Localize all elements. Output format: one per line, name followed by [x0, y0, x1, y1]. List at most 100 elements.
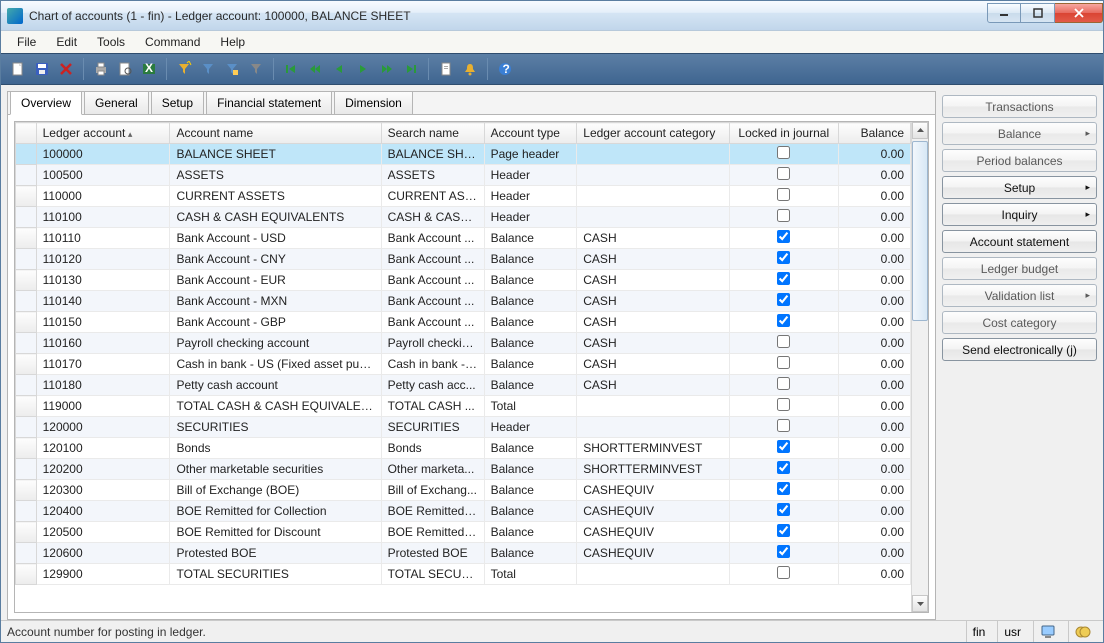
corner-header[interactable] [16, 123, 37, 144]
cell-ledger[interactable]: 110160 [36, 333, 170, 354]
cell-locked[interactable] [729, 354, 838, 375]
cell-type[interactable]: Balance [484, 270, 577, 291]
table-row[interactable]: 120500BOE Remitted for DiscountBOE Remit… [16, 522, 911, 543]
cell-balance[interactable]: 0.00 [838, 522, 910, 543]
cell-ledger[interactable]: 110140 [36, 291, 170, 312]
cell-name[interactable]: Bank Account - EUR [170, 270, 381, 291]
cell-ledger[interactable]: 120200 [36, 459, 170, 480]
cell-locked[interactable] [729, 375, 838, 396]
tab-setup[interactable]: Setup [151, 91, 204, 114]
cell-type[interactable]: Balance [484, 375, 577, 396]
row-header[interactable] [16, 228, 37, 249]
cell-balance[interactable]: 0.00 [838, 417, 910, 438]
cell-balance[interactable]: 0.00 [838, 312, 910, 333]
row-header[interactable] [16, 396, 37, 417]
scroll-track[interactable] [912, 139, 928, 595]
row-header[interactable] [16, 459, 37, 480]
cell-type[interactable]: Balance [484, 249, 577, 270]
cell-name[interactable]: ASSETS [170, 165, 381, 186]
cell-name[interactable]: Payroll checking account [170, 333, 381, 354]
cell-search[interactable]: SECURITIES [381, 417, 484, 438]
col-locked[interactable]: Locked in journal [729, 123, 838, 144]
cell-category[interactable] [577, 144, 729, 165]
filter-by-selection-icon[interactable] [173, 58, 195, 80]
cell-locked[interactable] [729, 522, 838, 543]
cell-locked[interactable] [729, 144, 838, 165]
cell-balance[interactable]: 0.00 [838, 543, 910, 564]
row-header[interactable] [16, 438, 37, 459]
btn-setup[interactable]: Setup▸ [942, 176, 1097, 199]
table-row[interactable]: 120100BondsBondsBalanceSHORTTERMINVEST0.… [16, 438, 911, 459]
cell-search[interactable]: Bonds [381, 438, 484, 459]
cell-category[interactable]: CASHEQUIV [577, 501, 729, 522]
menu-tools[interactable]: Tools [89, 33, 133, 51]
table-row[interactable]: 100500ASSETSASSETSHeader0.00 [16, 165, 911, 186]
cell-type[interactable]: Balance [484, 459, 577, 480]
cell-locked[interactable] [729, 501, 838, 522]
cell-locked[interactable] [729, 207, 838, 228]
menu-edit[interactable]: Edit [48, 33, 85, 51]
cell-search[interactable]: Bank Account ... [381, 228, 484, 249]
cell-category[interactable] [577, 165, 729, 186]
btn-transactions[interactable]: Transactions [942, 95, 1097, 118]
cell-search[interactable]: Bank Account ... [381, 249, 484, 270]
cell-category[interactable] [577, 417, 729, 438]
cell-search[interactable]: BOE Remitted f... [381, 501, 484, 522]
cell-locked[interactable] [729, 333, 838, 354]
cell-category[interactable] [577, 564, 729, 585]
cell-ledger[interactable]: 110100 [36, 207, 170, 228]
cell-balance[interactable]: 0.00 [838, 333, 910, 354]
cell-search[interactable]: Bank Account ... [381, 291, 484, 312]
locked-checkbox[interactable] [777, 188, 790, 201]
minimize-button[interactable] [987, 3, 1021, 23]
cell-name[interactable]: CASH & CASH EQUIVALENTS [170, 207, 381, 228]
locked-checkbox[interactable] [777, 167, 790, 180]
table-row[interactable]: 110100CASH & CASH EQUIVALENTSCASH & CASH… [16, 207, 911, 228]
cell-category[interactable]: CASH [577, 333, 729, 354]
cell-locked[interactable] [729, 459, 838, 480]
cell-type[interactable]: Header [484, 165, 577, 186]
locked-checkbox[interactable] [777, 377, 790, 390]
cell-balance[interactable]: 0.00 [838, 354, 910, 375]
print-icon[interactable] [90, 58, 112, 80]
cell-name[interactable]: Bank Account - GBP [170, 312, 381, 333]
cell-ledger[interactable]: 110130 [36, 270, 170, 291]
row-header[interactable] [16, 501, 37, 522]
cell-category[interactable]: SHORTTERMINVEST [577, 459, 729, 480]
table-row[interactable]: 110120Bank Account - CNYBank Account ...… [16, 249, 911, 270]
cell-search[interactable]: Bank Account ... [381, 312, 484, 333]
btn-period-balances[interactable]: Period balances [942, 149, 1097, 172]
locked-checkbox[interactable] [777, 146, 790, 159]
cell-balance[interactable]: 0.00 [838, 249, 910, 270]
cell-balance[interactable]: 0.00 [838, 291, 910, 312]
status-usr[interactable]: usr [997, 621, 1027, 642]
cell-ledger[interactable]: 119000 [36, 396, 170, 417]
cell-search[interactable]: Protested BOE [381, 543, 484, 564]
locked-checkbox[interactable] [777, 272, 790, 285]
btn-validation-list[interactable]: Validation list▸ [942, 284, 1097, 307]
cell-category[interactable] [577, 396, 729, 417]
cell-ledger[interactable]: 120300 [36, 480, 170, 501]
cell-name[interactable]: TOTAL CASH & CASH EQUIVALENTS [170, 396, 381, 417]
cell-type[interactable]: Balance [484, 228, 577, 249]
cell-category[interactable]: CASH [577, 228, 729, 249]
cell-balance[interactable]: 0.00 [838, 186, 910, 207]
cell-type[interactable]: Balance [484, 312, 577, 333]
row-header[interactable] [16, 564, 37, 585]
cell-name[interactable]: Bonds [170, 438, 381, 459]
cell-search[interactable]: Bank Account ... [381, 270, 484, 291]
table-row[interactable]: 110000CURRENT ASSETSCURRENT ASSE...Heade… [16, 186, 911, 207]
table-row[interactable]: 120200Other marketable securitiesOther m… [16, 459, 911, 480]
locked-checkbox[interactable] [777, 314, 790, 327]
cell-category[interactable]: CASHEQUIV [577, 522, 729, 543]
document-icon[interactable] [435, 58, 457, 80]
cell-name[interactable]: BOE Remitted for Collection [170, 501, 381, 522]
table-row[interactable]: 110140Bank Account - MXNBank Account ...… [16, 291, 911, 312]
cell-type[interactable]: Balance [484, 480, 577, 501]
row-header[interactable] [16, 270, 37, 291]
maximize-button[interactable] [1021, 3, 1055, 23]
cell-search[interactable]: CURRENT ASSE... [381, 186, 484, 207]
help-icon[interactable]: ? [494, 58, 516, 80]
row-header[interactable] [16, 144, 37, 165]
cell-balance[interactable]: 0.00 [838, 228, 910, 249]
